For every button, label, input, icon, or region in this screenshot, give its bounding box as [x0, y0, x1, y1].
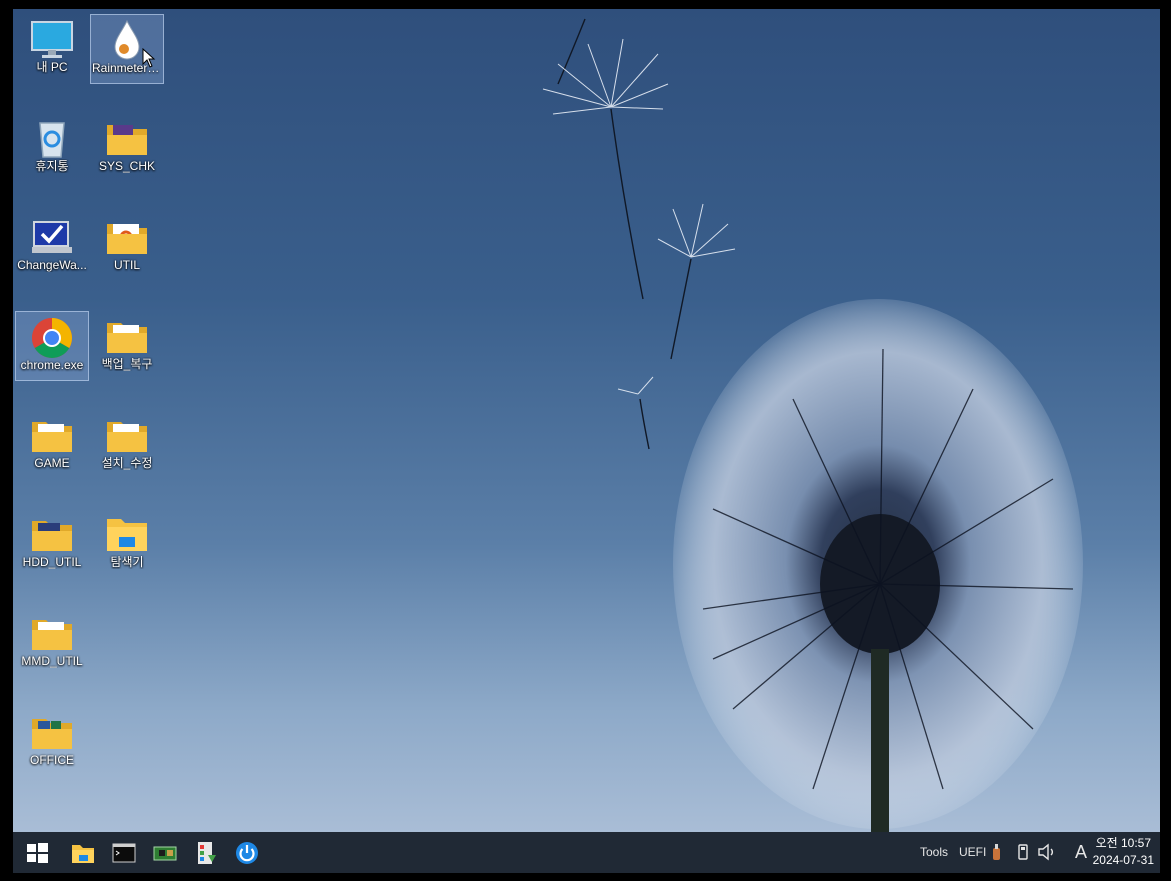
desktop-icon-office[interactable]: OFFICE	[15, 707, 89, 777]
windows-logo-icon	[27, 843, 48, 863]
dandelion-wallpaper	[542, 18, 1083, 832]
command-prompt-icon	[112, 843, 136, 863]
desktop-icon-label: UTIL	[113, 258, 140, 272]
desktop-icon-label: ChangeWa...	[17, 258, 87, 272]
start-button[interactable]	[21, 837, 53, 869]
power-icon	[236, 842, 258, 864]
system-tray: Tools UEFI A 오전 10:57 2024-07-31	[913, 832, 1160, 873]
uefi-indicator[interactable]: UEFI	[959, 845, 986, 859]
clock[interactable]: 오전 10:57 2024-07-31	[1093, 835, 1154, 869]
mouse-pointer-icon	[142, 48, 156, 68]
desktop-icon-chrome[interactable]: chrome.exe	[15, 311, 89, 381]
desktop-icon-sys-chk[interactable]: SYS_CHK	[90, 113, 164, 183]
desktop-icon-label: 탐색기	[110, 555, 144, 569]
chrome-icon	[28, 316, 76, 358]
desktop-icon-hdd-util[interactable]: HDD_UTIL	[15, 509, 89, 579]
clock-time: 오전 10:57	[1095, 836, 1152, 850]
folder-icon	[103, 414, 151, 456]
desktop-icon-label: 백업_복구	[101, 357, 153, 371]
desktop-icon-util[interactable]: UTIL	[90, 212, 164, 282]
safely-remove-hardware-icon[interactable]	[1016, 843, 1030, 861]
folder-icon	[28, 513, 76, 555]
desktop: 내 PC 휴지통 ChangeWa... chrome.exe GAME HDD…	[13, 9, 1160, 832]
desktop-icon-label: HDD_UTIL	[22, 555, 82, 569]
desktop-icon-install-modify[interactable]: 설치_수정	[90, 410, 164, 480]
circuit-board-icon	[153, 846, 177, 861]
file-explorer-icon	[72, 845, 94, 863]
computer-check-icon	[28, 216, 76, 258]
desktop-icon-this-pc[interactable]: 내 PC	[15, 14, 89, 84]
folder-icon	[103, 216, 151, 258]
folder-icon	[28, 711, 76, 753]
tools-menu[interactable]: Tools	[920, 845, 948, 859]
desktop-icon-backup-restore[interactable]: 백업_복구	[90, 311, 164, 381]
volume-icon[interactable]	[1037, 843, 1057, 861]
app-installer-button[interactable]	[190, 837, 222, 869]
input-method-indicator[interactable]: A	[1075, 842, 1087, 863]
desktop-icon-recycle-bin[interactable]: 휴지통	[15, 113, 89, 183]
folder-icon	[28, 612, 76, 654]
folder-icon	[28, 414, 76, 456]
desktop-icon-label: 내 PC	[36, 60, 68, 74]
monitor-icon	[28, 18, 76, 60]
desktop-icon-label: SYS_CHK	[98, 159, 156, 173]
desktop-icon-changewallpaper[interactable]: ChangeWa...	[15, 212, 89, 282]
desktop-icon-label: 설치_수정	[101, 456, 153, 470]
file-explorer-button[interactable]	[67, 837, 99, 869]
desktop-icon-explorer[interactable]: 탐색기	[90, 509, 164, 579]
clock-date: 2024-07-31	[1092, 853, 1154, 867]
desktop-icon-game[interactable]: GAME	[15, 410, 89, 480]
command-prompt-button[interactable]	[108, 837, 140, 869]
desktop-icon-label: MMD_UTIL	[21, 654, 83, 668]
hardware-info-button[interactable]	[149, 837, 181, 869]
folder-icon	[103, 117, 151, 159]
recycle-bin-icon	[28, 117, 76, 159]
file-explorer-icon	[103, 513, 151, 555]
desktop-icon-label: GAME	[34, 456, 70, 470]
desktop-icon-label: 휴지통	[35, 159, 69, 173]
usb-drive-icon[interactable]	[990, 843, 1004, 861]
taskbar: Tools UEFI A 오전 10:57 2024-07-31	[13, 832, 1160, 873]
power-button[interactable]	[231, 837, 263, 869]
desktop-icon-label: OFFICE	[30, 753, 74, 767]
installer-icon	[198, 842, 216, 864]
desktop-icon-mmd-util[interactable]: MMD_UTIL	[15, 608, 89, 678]
folder-icon	[103, 315, 151, 357]
desktop-icon-label: chrome.exe	[20, 358, 84, 372]
